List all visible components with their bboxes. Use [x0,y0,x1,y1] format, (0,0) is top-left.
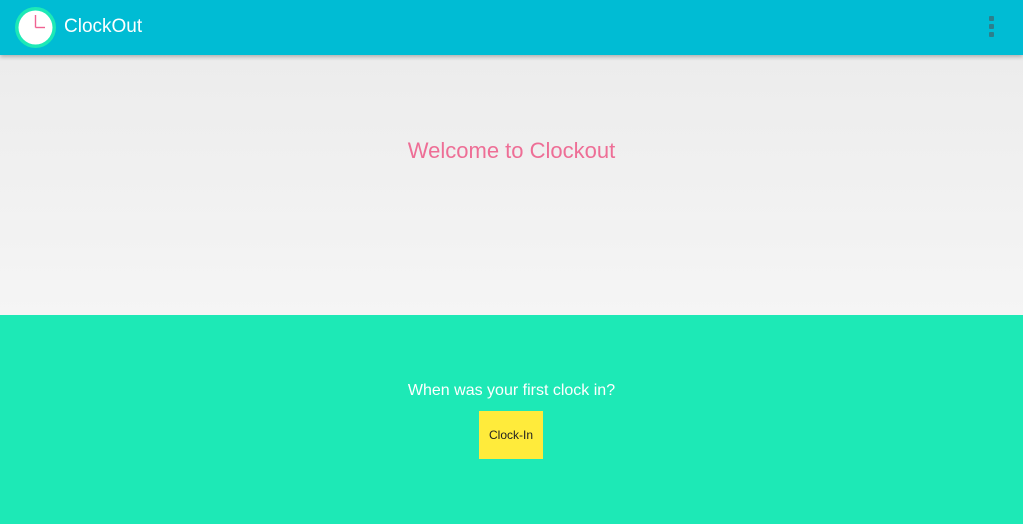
welcome-heading: Welcome to Clockout [407,138,616,163]
clock-icon [14,6,57,49]
welcome-section: Welcome to Clockout [0,55,1023,315]
clock-in-button[interactable]: Clock-In [479,411,543,459]
app-title: ClockOut [64,16,143,37]
more-vert-icon[interactable] [973,10,1009,46]
app-bar: ClockOut [0,0,1023,55]
clock-in-section: When was your first clock in? Clock-In [0,315,1023,524]
clock-in-question: When was your first clock in? [407,382,616,399]
app-window: ClockOut Welcome to Clockout When was yo… [0,0,1023,524]
